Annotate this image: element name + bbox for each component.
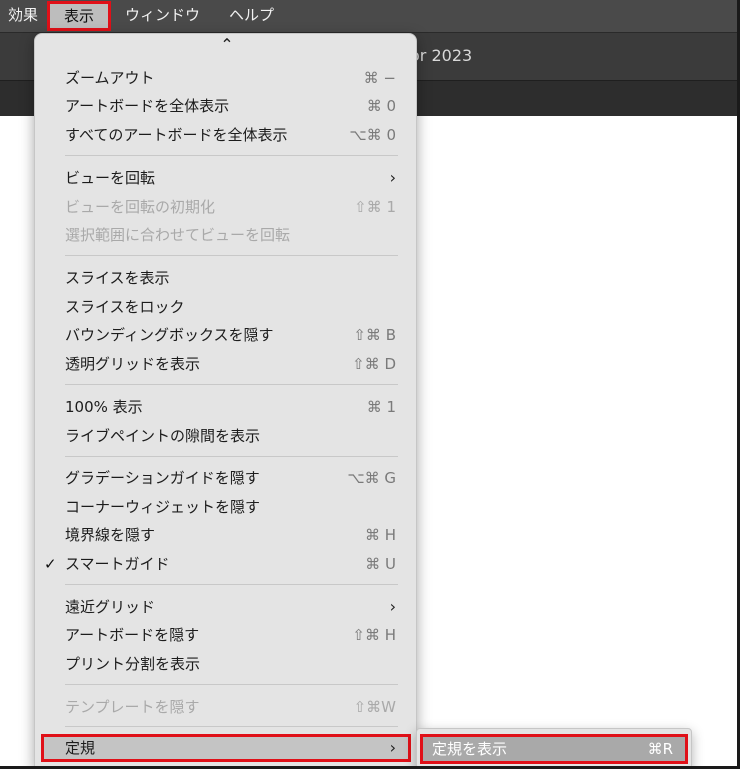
menu-item-label: アートボードを隠す [65, 626, 200, 644]
menu-item-hide-corner-widget[interactable]: コーナーウィジェットを隠す [35, 493, 416, 521]
menu-item-label: ビューを回転の初期化 [65, 198, 216, 216]
menu-help[interactable]: ヘルプ [225, 5, 278, 25]
menu-item-smart-guides[interactable]: ✓ スマートガイド ⌘ U [35, 550, 416, 578]
menu-item-shortcut: ⇧⌘W [353, 698, 396, 716]
menu-item-label: すべてのアートボードを全体表示 [65, 126, 288, 144]
menu-item-shortcut: ⌘ − [363, 69, 396, 87]
menu-item-label: アートボードを全体表示 [65, 97, 230, 115]
menu-item-shortcut: ⌥⌘ G [347, 469, 396, 487]
submenu-item-show-rulers[interactable]: 定規を表示 ⌘R [420, 734, 688, 764]
menu-item-show-live-paint-gaps[interactable]: ライブペイントの隙間を表示 [35, 422, 416, 450]
menu-item-hide-bounding-box[interactable]: バウンディングボックスを隠す ⇧⌘ B [35, 321, 416, 349]
menu-item-shortcut: ⌥⌘ 0 [349, 126, 396, 144]
chevron-right-icon: › [389, 168, 396, 187]
menu-item-label: 定規 [65, 739, 96, 757]
menu-item-shortcut: ⇧⌘ D [352, 355, 396, 373]
menu-window[interactable]: ウィンドウ [121, 5, 204, 25]
menu-item-hide-template: テンプレートを隠す ⇧⌘W [35, 693, 416, 721]
menu-item-show-transparency-grid[interactable]: 透明グリッドを表示 ⇧⌘ D [35, 350, 416, 378]
menu-item-hide-artboards[interactable]: アートボードを隠す ⇧⌘ H [35, 621, 416, 649]
menu-item-perspective-grid[interactable]: 遠近グリッド › [35, 593, 416, 621]
menu-item-hide-gradient-annotator[interactable]: グラデーションガイドを隠す ⌥⌘ G [35, 464, 416, 492]
menu-item-label: コーナーウィジェットを隠す [65, 498, 261, 516]
menu-separator [65, 384, 398, 385]
menu-item-label: 遠近グリッド [65, 598, 156, 616]
menu-item-hide-edges[interactable]: 境界線を隠す ⌘ H [35, 521, 416, 549]
submenu-item-shortcut: ⌘R [647, 740, 673, 758]
menu-item-rotate-to-selection: 選択範囲に合わせてビューを回転 [35, 221, 416, 249]
menu-item-label: ズームアウト [65, 69, 155, 87]
menu-item-show-print-tiling[interactable]: プリント分割を表示 [35, 650, 416, 678]
chevron-right-icon: › [389, 597, 396, 616]
menu-item-shortcut: ⌘ U [365, 555, 396, 573]
view-menu: ⌃ ズームアウト ⌘ − アートボードを全体表示 ⌘ 0 すべてのアートボードを… [34, 33, 417, 769]
menu-item-label: 選択範囲に合わせてビューを回転 [65, 226, 291, 244]
menu-item-label: プリント分割を表示 [65, 655, 201, 673]
scroll-up-arrow-icon[interactable]: ⌃ [217, 35, 237, 55]
menu-effect[interactable]: 効果 [4, 5, 42, 25]
menu-item-show-slices[interactable]: スライスを表示 [35, 264, 416, 292]
menu-separator [65, 456, 398, 457]
window-title: or 2023 [410, 46, 473, 65]
menu-separator [65, 584, 398, 585]
checkmark-icon: ✓ [44, 555, 57, 573]
menu-item-label: 100% 表示 [65, 398, 143, 416]
menu-item-label: スマートガイド [65, 555, 170, 573]
menu-item-zoom-out[interactable]: ズームアウト ⌘ − [35, 64, 416, 92]
menu-bar: 効果 表示 ウィンドウ ヘルプ [0, 0, 740, 32]
menu-item-fit-artboard[interactable]: アートボードを全体表示 ⌘ 0 [35, 92, 416, 120]
menu-item-shortcut: ⇧⌘ 1 [354, 198, 396, 216]
menu-item-shortcut: ⇧⌘ H [352, 626, 396, 644]
menu-separator [65, 726, 398, 727]
menu-separator [65, 255, 398, 256]
menu-item-shortcut: ⌘ H [364, 526, 396, 544]
menu-item-label: 境界線を隠す [65, 526, 156, 544]
menu-item-reset-rotate-view: ビューを回転の初期化 ⇧⌘ 1 [35, 193, 416, 221]
menu-item-label: ライブペイントの隙間を表示 [65, 427, 261, 445]
menu-item-label: ビューを回転 [65, 169, 156, 187]
menu-item-shortcut: ⌘ 1 [366, 398, 396, 416]
menu-view[interactable]: 表示 [47, 1, 112, 31]
rulers-submenu: 定規を表示 ⌘R [416, 728, 692, 769]
chevron-right-icon: › [389, 738, 396, 757]
menu-item-shortcut: ⌘ 0 [366, 97, 396, 115]
menu-separator [65, 684, 398, 685]
menu-separator [65, 155, 398, 156]
menu-item-lock-slices[interactable]: スライスをロック [35, 293, 416, 321]
menu-item-label: スライスを表示 [65, 269, 170, 287]
menu-item-label: バウンディングボックスを隠す [65, 326, 274, 344]
menu-item-actual-size[interactable]: 100% 表示 ⌘ 1 [35, 393, 416, 421]
menu-item-label: グラデーションガイドを隠す [65, 469, 260, 487]
submenu-item-label: 定規を表示 [432, 740, 508, 758]
menu-item-rulers[interactable]: 定規 › [41, 734, 411, 762]
menu-item-label: スライスをロック [65, 298, 185, 316]
menu-item-shortcut: ⇧⌘ B [353, 326, 396, 344]
menu-item-label: 透明グリッドを表示 [65, 355, 201, 373]
menu-item-fit-all-artboards[interactable]: すべてのアートボードを全体表示 ⌥⌘ 0 [35, 121, 416, 149]
menu-item-rotate-view[interactable]: ビューを回転 › [35, 164, 416, 192]
menu-item-label: テンプレートを隠す [65, 698, 200, 716]
